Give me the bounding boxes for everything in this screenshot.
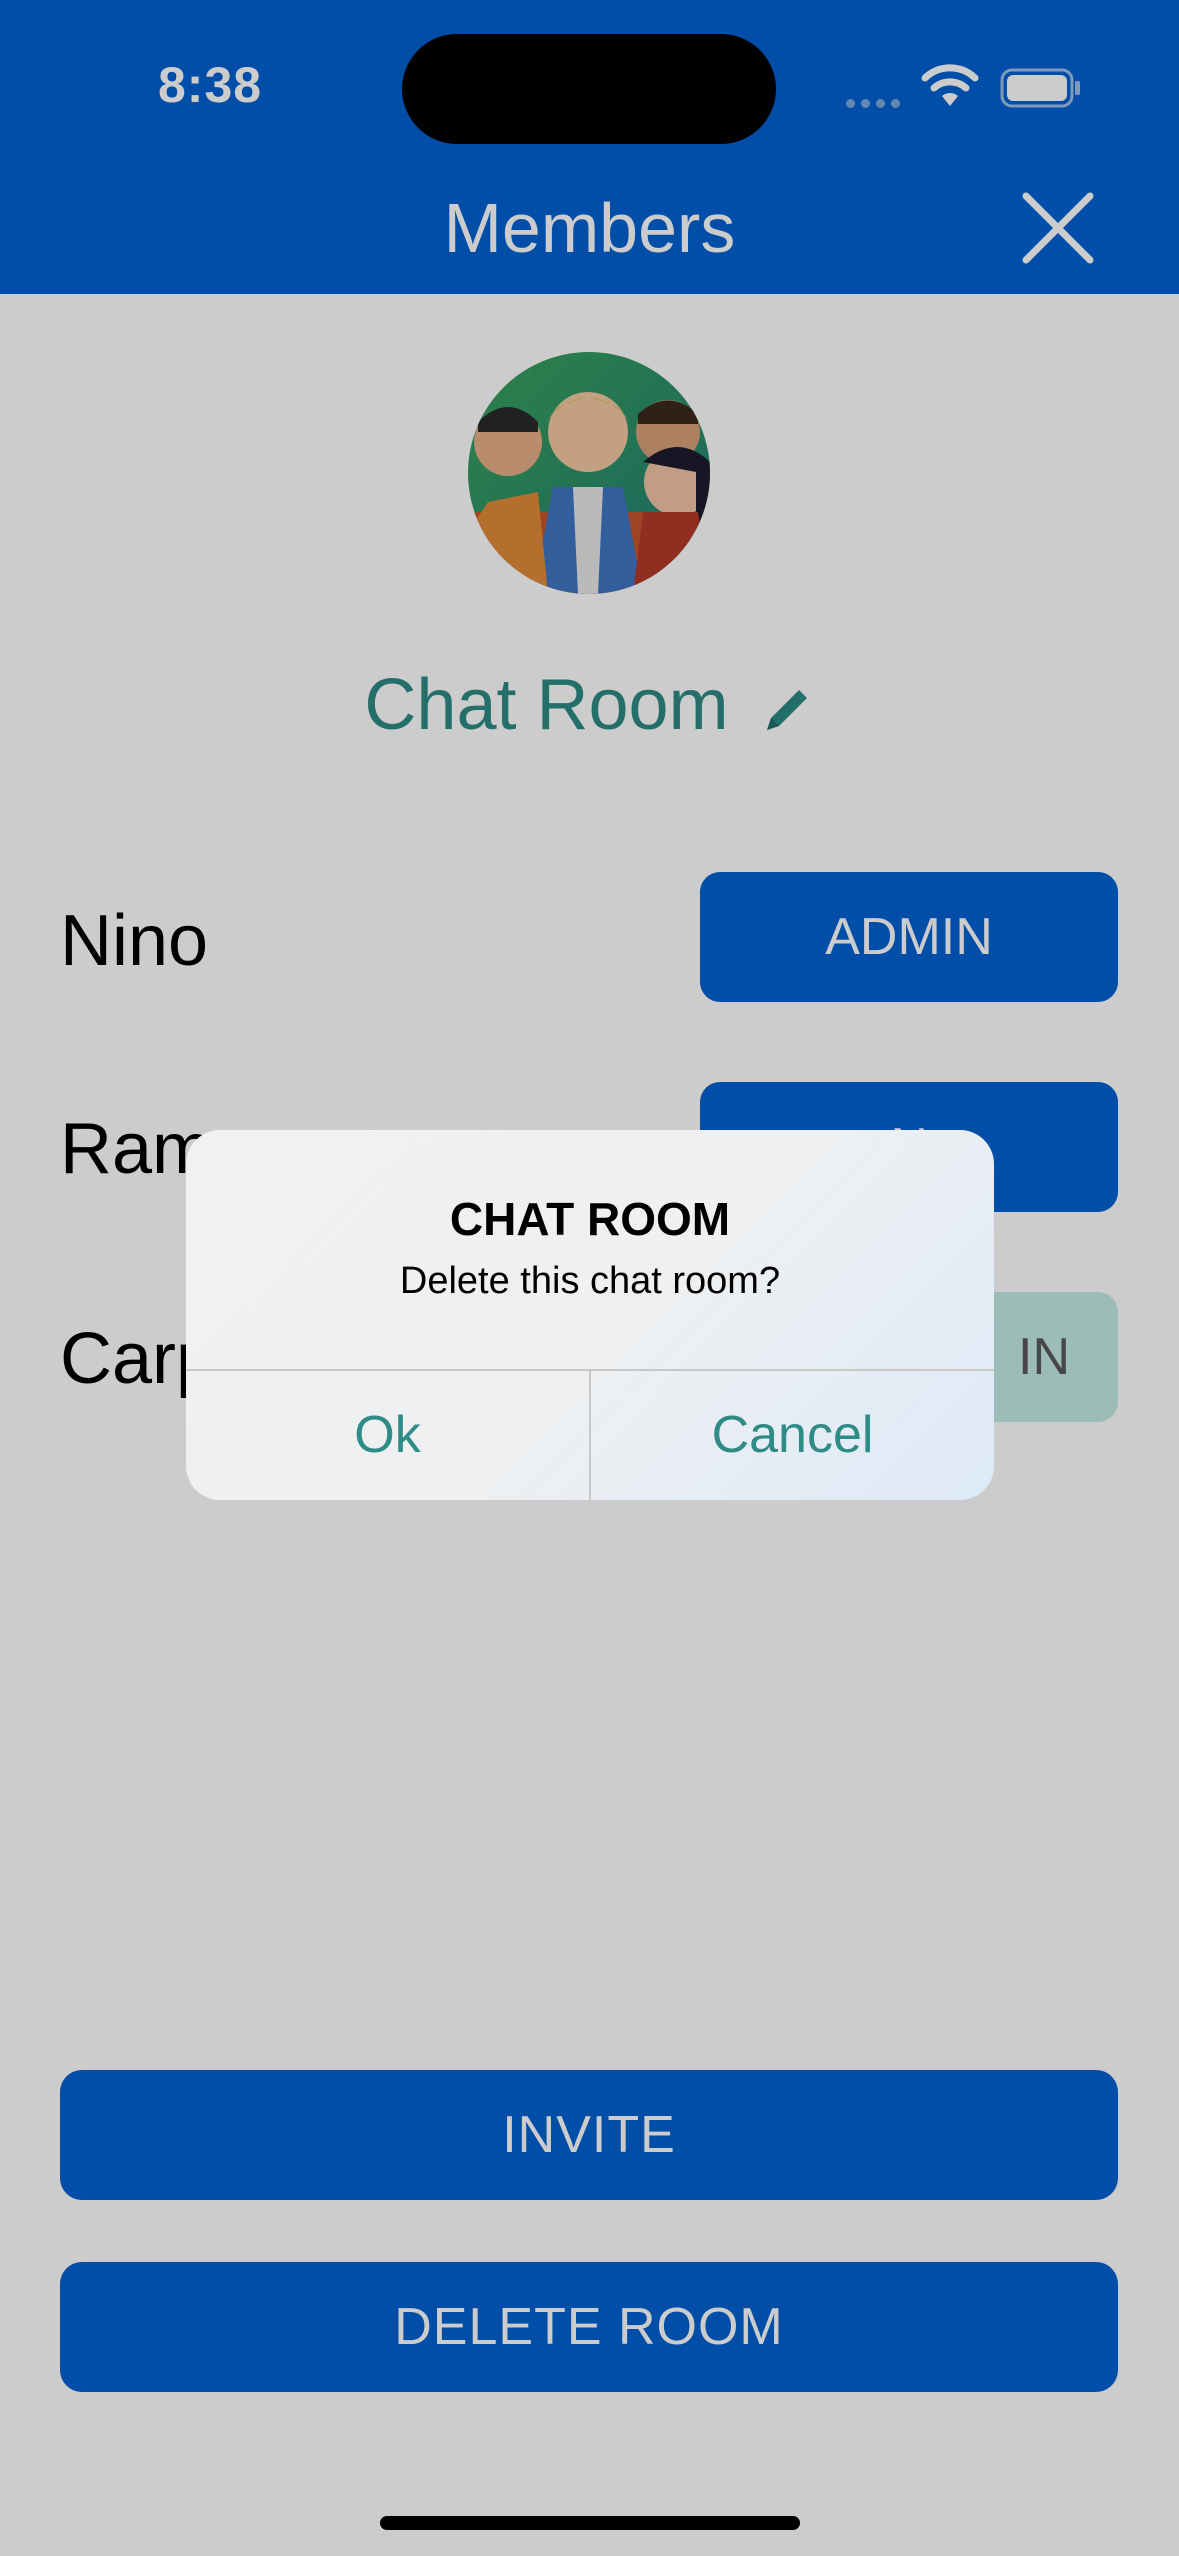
delete-room-dialog: CHAT ROOM Delete this chat room? Ok Canc…	[186, 1130, 994, 1500]
dialog-title: CHAT ROOM	[449, 1193, 731, 1245]
cancel-button[interactable]: Cancel	[591, 1371, 994, 1500]
home-indicator[interactable]	[380, 2516, 800, 2530]
ok-button[interactable]: Ok	[186, 1371, 589, 1500]
dialog-message: Delete this chat room?	[399, 1260, 781, 1302]
modal-backdrop-top	[0, 0, 1179, 294]
